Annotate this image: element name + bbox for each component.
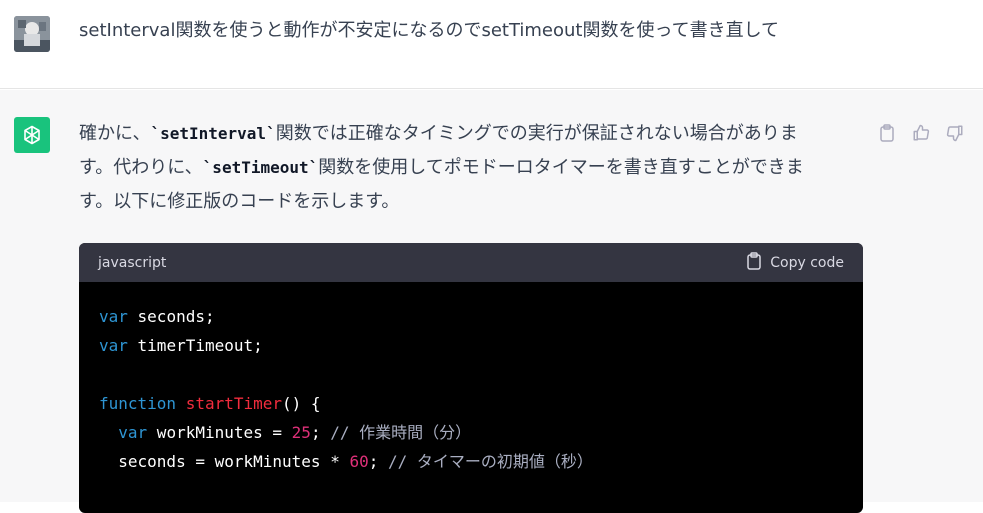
code-text: seconds = workMinutes * <box>118 452 350 471</box>
answer-text: 関数では正確なタイミングでの実行が保証されない場合がありま <box>275 123 798 144</box>
code-number: 25 <box>291 423 311 442</box>
answer-text: 関数を使用してポモドーロタイマーを書き直すことができま <box>318 157 804 178</box>
code-text: ; <box>310 423 331 442</box>
code-text: workMinutes = <box>147 423 292 442</box>
code-keyword: function <box>99 394 177 413</box>
code-text: timerTimeout; <box>127 336 263 355</box>
answer-text: す。以下に修正版のコードを示します。 <box>79 191 400 212</box>
code-number: 60 <box>349 452 369 471</box>
code-block-header: javascript Copy code <box>79 243 863 282</box>
thumbs-up-icon[interactable] <box>911 123 931 143</box>
code-line: var seconds; <box>99 302 843 331</box>
assistant-message-row: 確かに、`setInterval`関数では正確なタイミングでの実行が保証されない… <box>0 90 983 513</box>
copy-code-button[interactable]: Copy code <box>746 251 844 274</box>
code-comment: // タイマーの初期値（秒） <box>387 452 593 471</box>
code-keyword: var <box>99 307 128 326</box>
chatgpt-logo-icon <box>14 117 50 153</box>
code-comment: // 作業時間（分） <box>330 423 472 442</box>
user-message-row: setInterval関数を使うと動作が不安定になるのでsetTimeout関数… <box>0 0 983 89</box>
feedback-actions <box>877 123 965 143</box>
code-text: () { <box>282 394 321 413</box>
answer-text: す。代わりに、 <box>79 157 203 178</box>
clipboard-icon <box>746 251 762 274</box>
inline-code: `setInterval` <box>150 124 276 143</box>
inline-code: `setTimeout` <box>202 158 319 177</box>
code-line: seconds = workMinutes * 60; // タイマーの初期値（… <box>99 447 843 476</box>
code-body: var seconds; var timerTimeout; function st… <box>79 282 863 496</box>
user-avatar <box>14 16 50 52</box>
assistant-message-text: 確かに、`setInterval`関数では正確なタイミングでの実行が保証されない… <box>79 117 859 219</box>
answer-text: 確かに、 <box>79 123 151 144</box>
clipboard-icon[interactable] <box>877 123 897 143</box>
code-text: ; <box>368 452 388 471</box>
code-keyword: var <box>118 423 148 442</box>
code-language-label: javascript <box>98 254 167 271</box>
thumbs-down-icon[interactable] <box>945 123 965 143</box>
code-text: seconds; <box>127 307 215 326</box>
copy-code-label: Copy code <box>770 254 844 271</box>
user-message-text: setInterval関数を使うと動作が不安定になるのでsetTimeout関数… <box>79 20 780 41</box>
code-line: var workMinutes = 25; // 作業時間（分） <box>99 418 843 447</box>
code-line: var timerTimeout; <box>99 331 843 360</box>
code-function-name: startTimer <box>176 394 283 413</box>
code-block: javascript Copy code var seconds; var tim… <box>79 243 863 513</box>
code-line: function startTimer() { <box>99 389 843 418</box>
code-keyword: var <box>99 336 128 355</box>
